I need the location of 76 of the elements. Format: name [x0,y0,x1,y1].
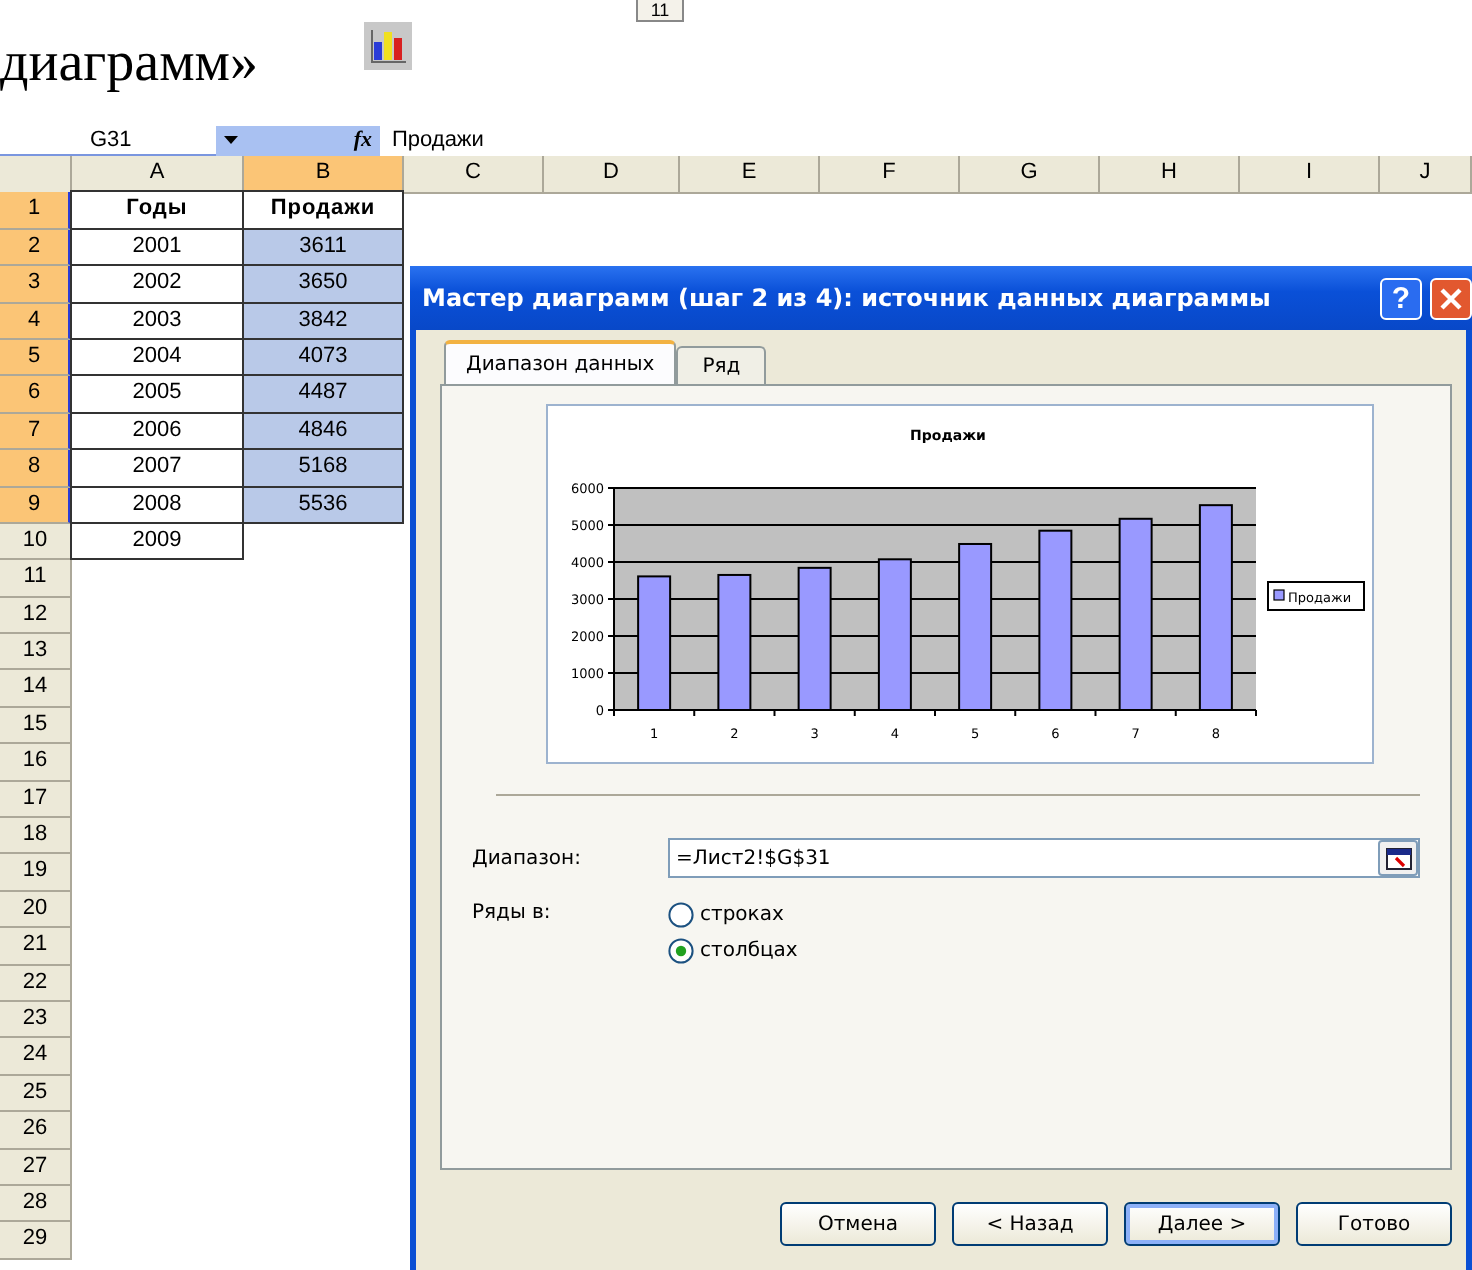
dropdown-caret-icon[interactable] [224,136,238,144]
row-header[interactable]: 25 [0,1075,72,1113]
legend-swatch [1273,589,1285,601]
dialog-button[interactable]: < Назад [952,1202,1108,1246]
row-header[interactable]: 8 [0,450,72,488]
column-header[interactable]: F [820,156,960,194]
row-header[interactable]: 29 [0,1222,72,1260]
row-header[interactable]: 10 [0,523,72,561]
tab[interactable]: Диапазон данных [444,340,677,384]
row-header[interactable]: 27 [0,1149,72,1186]
table-cell: Годы [70,190,244,230]
table-cell: Продажи [242,190,404,230]
row-header[interactable]: 14 [0,670,72,708]
row-header[interactable]: 16 [0,744,72,782]
row-header[interactable]: 4 [0,303,72,340]
row-header[interactable]: 7 [0,413,72,451]
row-header[interactable]: 21 [0,928,72,966]
column-header[interactable]: I [1240,156,1380,194]
range-picker-icon [1385,847,1411,869]
help-button[interactable]: ? [1380,277,1422,319]
row-header[interactable]: 20 [0,891,72,929]
table-cell: 5536 [242,485,404,524]
row-header[interactable]: 24 [0,1038,72,1076]
bar-chart-icon [364,22,412,70]
row-header[interactable]: 22 [0,965,72,1002]
field-label: Диапазон: [472,847,583,869]
dialog-button[interactable]: Готово [1296,1202,1452,1246]
row-header[interactable]: 5 [0,339,72,377]
chart-legend [1267,581,1365,611]
range-field[interactable]: =Лист2!$G$31 [668,838,1420,878]
row-header[interactable]: 15 [0,707,72,745]
field-label: Ряды в: [472,902,553,928]
function-label[interactable]: fx [353,128,372,152]
dialog-button[interactable]: Далее > [1124,1202,1280,1246]
radio-option[interactable]: строках [668,902,798,928]
radio-button[interactable] [668,902,694,928]
row-header[interactable]: 17 [0,781,72,819]
radio-button[interactable] [668,938,694,964]
table-cell: 4487 [242,374,404,414]
row-header[interactable]: 2 [0,229,72,267]
tab[interactable]: Ряд [676,346,767,384]
close-button[interactable] [1430,277,1472,319]
column-header[interactable]: D [544,156,680,194]
dialog-button[interactable]: Отмена [780,1202,936,1246]
table-cell: 11 [636,0,684,22]
column-header[interactable]: E [680,156,820,194]
row-header[interactable]: 6 [0,376,72,414]
name-box[interactable]: G31 [0,125,216,155]
table-cell: 4846 [242,411,404,451]
column-header[interactable]: J [1380,156,1472,194]
row-header[interactable]: 23 [0,1001,72,1039]
row-header[interactable]: 18 [0,818,72,855]
row-header[interactable]: 12 [0,597,72,635]
window-title: Мастер диаграмм (шаг 2 из 4): источник данных диаграммы [422,284,1273,312]
table-cell: 3842 [242,301,404,340]
table-cell: 2009 [70,521,244,561]
column-header[interactable]: H [1100,156,1240,194]
row-header[interactable]: 26 [0,1112,72,1150]
table-cell: 3650 [242,264,404,304]
formula-text: Продажи [390,128,484,152]
row-header[interactable]: 9 [0,487,72,524]
radio-option[interactable]: столбцах [668,938,798,964]
row-header[interactable]: 19 [0,854,72,892]
column-header[interactable]: G [960,156,1100,194]
table-cell: 4073 [242,337,404,377]
table-cell: 5168 [242,448,404,488]
row-header[interactable]: 11 [0,560,72,598]
row-header[interactable]: 13 [0,634,72,671]
close-icon [1440,287,1462,309]
column-header[interactable]: C [404,156,544,194]
body-text: диаграмм» [0,32,259,96]
collapse-button[interactable] [1378,840,1418,876]
row-header[interactable]: 28 [0,1185,72,1223]
table-cell: 3611 [242,227,404,267]
row-header[interactable]: 1 [0,192,72,230]
row-header[interactable]: 3 [0,266,72,304]
